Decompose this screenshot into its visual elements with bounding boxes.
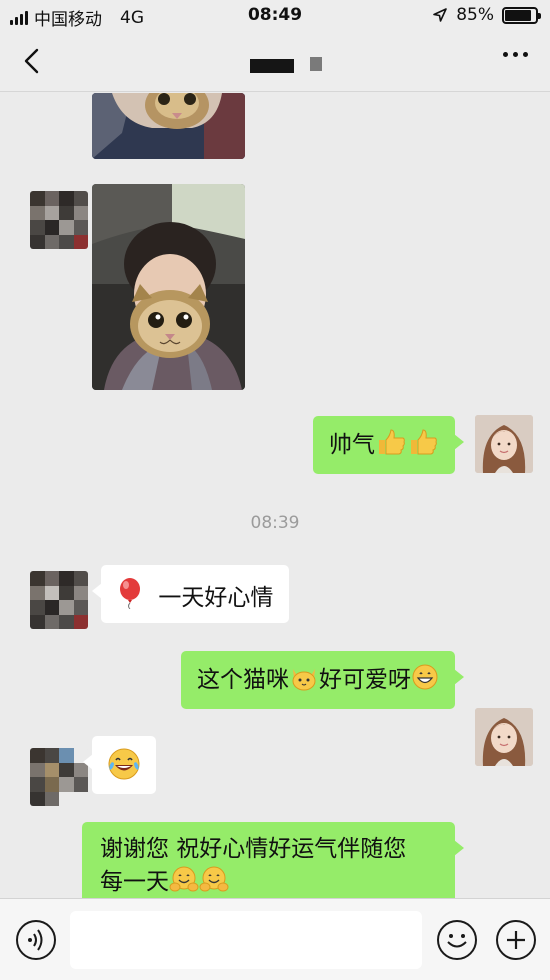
- more-dots-icon[interactable]: [503, 52, 528, 57]
- thumbs-up-icon: [407, 428, 439, 465]
- cat-face-icon: [289, 663, 319, 700]
- hugging-face-icon: [169, 865, 199, 898]
- my-avatar[interactable]: [475, 708, 533, 766]
- contact-avatar[interactable]: [30, 748, 88, 806]
- my-avatar[interactable]: [475, 415, 533, 473]
- chevron-left-icon[interactable]: [18, 46, 48, 76]
- message-bubble-mine[interactable]: 这个猫咪 好可爱呀: [181, 651, 464, 709]
- hugging-face-icon: [199, 865, 229, 898]
- message-text-line: 每一天: [100, 869, 169, 896]
- message-text: 帅气: [329, 432, 375, 458]
- status-bar: 中国移动 4G 08:49 85%: [0, 0, 550, 32]
- face-with-tears-of-joy-icon: [106, 746, 142, 791]
- message-bubble-theirs[interactable]: 一天好心情: [91, 565, 290, 623]
- balloon-icon: [117, 577, 143, 618]
- redacted-contact-name-part: [310, 57, 322, 71]
- message-bubble-theirs[interactable]: [83, 736, 156, 794]
- voice-icon[interactable]: [16, 920, 56, 960]
- input-bar: [0, 898, 550, 980]
- redacted-contact-name: [250, 59, 294, 73]
- message-bubble-mine[interactable]: 谢谢您 祝好心情好运气伴随您 每一天: [82, 822, 464, 898]
- message-text-part: 好可爱呀: [319, 667, 411, 693]
- smiley-icon[interactable]: [437, 920, 477, 960]
- message-text-part: 这个猫咪: [197, 667, 289, 693]
- message-input[interactable]: [70, 911, 422, 969]
- plus-icon[interactable]: [496, 920, 536, 960]
- chat-header: [0, 32, 550, 92]
- message-timestamp: 08:39: [250, 513, 300, 533]
- photo-message[interactable]: [92, 184, 245, 390]
- contact-avatar[interactable]: [30, 191, 88, 249]
- battery-icon: [502, 6, 541, 24]
- location-arrow-icon: [433, 8, 448, 22]
- thumbs-up-icon: [375, 428, 407, 465]
- message-text-line: 谢谢您 祝好心情好运气伴随您: [100, 836, 407, 862]
- message-list[interactable]: 帅气 08:39 一天好心情 这个猫咪 好可爱呀 谢谢您 祝好心情好运气伴随您 …: [0, 93, 550, 898]
- photo-message-partial[interactable]: [92, 93, 245, 159]
- battery-percent: 85%: [456, 5, 494, 25]
- grinning-face-icon: [411, 663, 439, 700]
- message-text: 一天好心情: [158, 585, 274, 611]
- contact-avatar[interactable]: [30, 571, 88, 629]
- message-bubble-mine[interactable]: 帅气: [313, 416, 464, 474]
